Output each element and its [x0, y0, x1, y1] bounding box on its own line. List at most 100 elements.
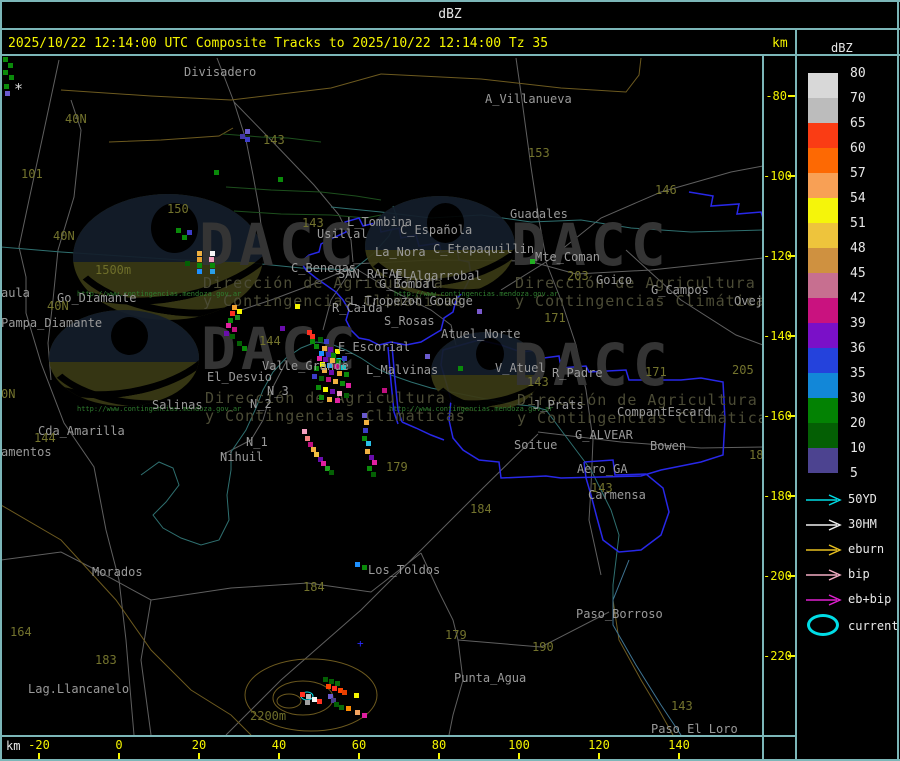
x-axis-unit-label: km [6, 739, 21, 753]
radar-echo-pixel [224, 331, 229, 336]
watermark-line1: Dirección de Agricultura [515, 274, 756, 292]
map-place-label: G_ALVEAR [575, 428, 633, 442]
radar-echo-pixel [245, 137, 250, 142]
map-place-label: La_Nora [375, 245, 426, 259]
radar-echo-pixel [364, 420, 369, 425]
map-place-label: R_Padre [552, 366, 603, 380]
y-tick-label: -160 [763, 409, 792, 423]
map-place-label: R_Caida [332, 301, 383, 315]
map-place-label: Paso_Borroso [576, 607, 663, 621]
map-route-label: 184 [303, 580, 325, 594]
track-arrow-icon [804, 542, 844, 561]
radar-echo-pixel [323, 387, 328, 392]
map-route-label: 203 [567, 269, 589, 283]
radar-echo-pixel [302, 429, 307, 434]
radar-echo-pixel [245, 129, 250, 134]
map-place-label: Mte_Coman [535, 250, 601, 264]
map-elevation-label: 1500m [95, 263, 132, 277]
radar-echo-pixel [305, 700, 310, 705]
radar-echo-pixel [242, 346, 247, 351]
map-route-label: 144 [34, 431, 56, 445]
map-place-label: J_Prats [533, 398, 584, 412]
radar-echo-pixel [3, 57, 8, 62]
frame-top [0, 0, 900, 2]
map-route-label: 144 [259, 334, 281, 348]
map-place-label: Usillal [317, 227, 368, 241]
track-arrow-icon [804, 592, 844, 611]
radar-echo-pixel [305, 436, 310, 441]
radar-echo-pixel [326, 377, 331, 382]
frame-right [897, 0, 899, 761]
scale-title: dBZ [831, 41, 853, 55]
scale-swatch [808, 123, 838, 148]
scale-swatch [808, 223, 838, 248]
radar-echo-pixel [214, 170, 219, 175]
panel-left-border [795, 28, 797, 761]
titlebar: dBZ [0, 0, 900, 29]
map-marker: * [14, 80, 24, 98]
frame-sep1 [0, 28, 900, 30]
radar-echo-pixel [339, 705, 344, 710]
scale-panel: dBZ 80 70 65 60 57 54 51 48 45 42 39 36 35 30 20 10 5 50… [797, 29, 899, 761]
x-tick-label: 140 [668, 738, 690, 752]
scale-value-label: 35 [850, 366, 866, 381]
map-place-label: Morados [92, 565, 143, 579]
map-place-label: A_Villanueva [485, 92, 572, 106]
map-route-label: 143 [527, 375, 549, 389]
scale-value-label: 80 [850, 66, 866, 81]
map-route-label: 183 [95, 653, 117, 667]
scale-value-label: 57 [850, 166, 866, 181]
y-tick-label: -140 [763, 329, 792, 343]
radar-echo-pixel [346, 706, 351, 711]
timestamp-status: 2025/10/22 12:14:00 UTC Composite Tracks… [8, 36, 549, 51]
radar-echo-pixel [209, 257, 214, 262]
radar-echo-pixel [371, 472, 376, 477]
scale-swatch [808, 273, 838, 298]
scale-value-label: 36 [850, 341, 866, 356]
x-tick-label: 100 [508, 738, 530, 752]
radar-echo-pixel [232, 327, 237, 332]
map-place-label: E_Escorial [338, 340, 411, 354]
radar-echo-pixel [329, 470, 334, 475]
x-tick-label: 40 [271, 738, 287, 752]
radar-echo-pixel [176, 228, 181, 233]
scale-swatch [808, 423, 838, 448]
radar-echo-pixel [332, 686, 337, 691]
radar-echo-pixel [230, 334, 235, 339]
scale-value-label: 51 [850, 216, 866, 231]
legend-label: eburn [848, 542, 885, 556]
radar-echo-pixel [317, 699, 322, 704]
scale-value-label: 5 [850, 466, 858, 481]
map-place-label: C_Etepaquillin [433, 242, 535, 256]
radar-echo-pixel [210, 269, 215, 274]
map-place-label: Lag.Llancanelo [28, 682, 130, 696]
radar-echo-pixel [278, 177, 283, 182]
scale-swatch [808, 148, 838, 173]
status-bar: 2025/10/22 12:14:00 UTC Composite Tracks… [0, 29, 900, 56]
map-place-label: Punta_Agua [454, 671, 527, 685]
legend-label: 50YD [848, 492, 877, 506]
radar-echo-pixel [314, 344, 319, 349]
scale-value-label: 70 [850, 91, 866, 106]
radar-echo-pixel [210, 251, 215, 256]
map-canvas[interactable]: DACC DACC DACC DACC Dirección de Agricultura… [1, 56, 763, 735]
y-tick-label: -120 [763, 249, 792, 263]
map-place-label: Atuel_Norte [441, 327, 521, 341]
radar-echo-pixel [318, 337, 323, 342]
map-place-label: Guadales [510, 207, 568, 221]
y-tick-label: -200 [763, 569, 792, 583]
scale-swatch [808, 298, 838, 323]
radar-echo-pixel [477, 309, 482, 314]
radar-echo-pixel [197, 257, 202, 262]
x-tick-label: 20 [191, 738, 207, 752]
scale-value-label: 42 [850, 291, 866, 306]
radar-window: dBZ 2025/10/22 12:14:00 UTC Composite Tr… [0, 0, 900, 761]
map-place-label: Go_Diamante [57, 291, 137, 305]
map-place-label: Divisadero [184, 65, 257, 79]
map-place-label: C_Española [400, 223, 473, 237]
radar-echo-pixel [354, 693, 359, 698]
radar-echo-pixel [8, 63, 13, 68]
map-route-label: 143 [302, 216, 324, 230]
radar-echo-pixel [197, 251, 202, 256]
radar-echo-pixel [362, 565, 367, 570]
